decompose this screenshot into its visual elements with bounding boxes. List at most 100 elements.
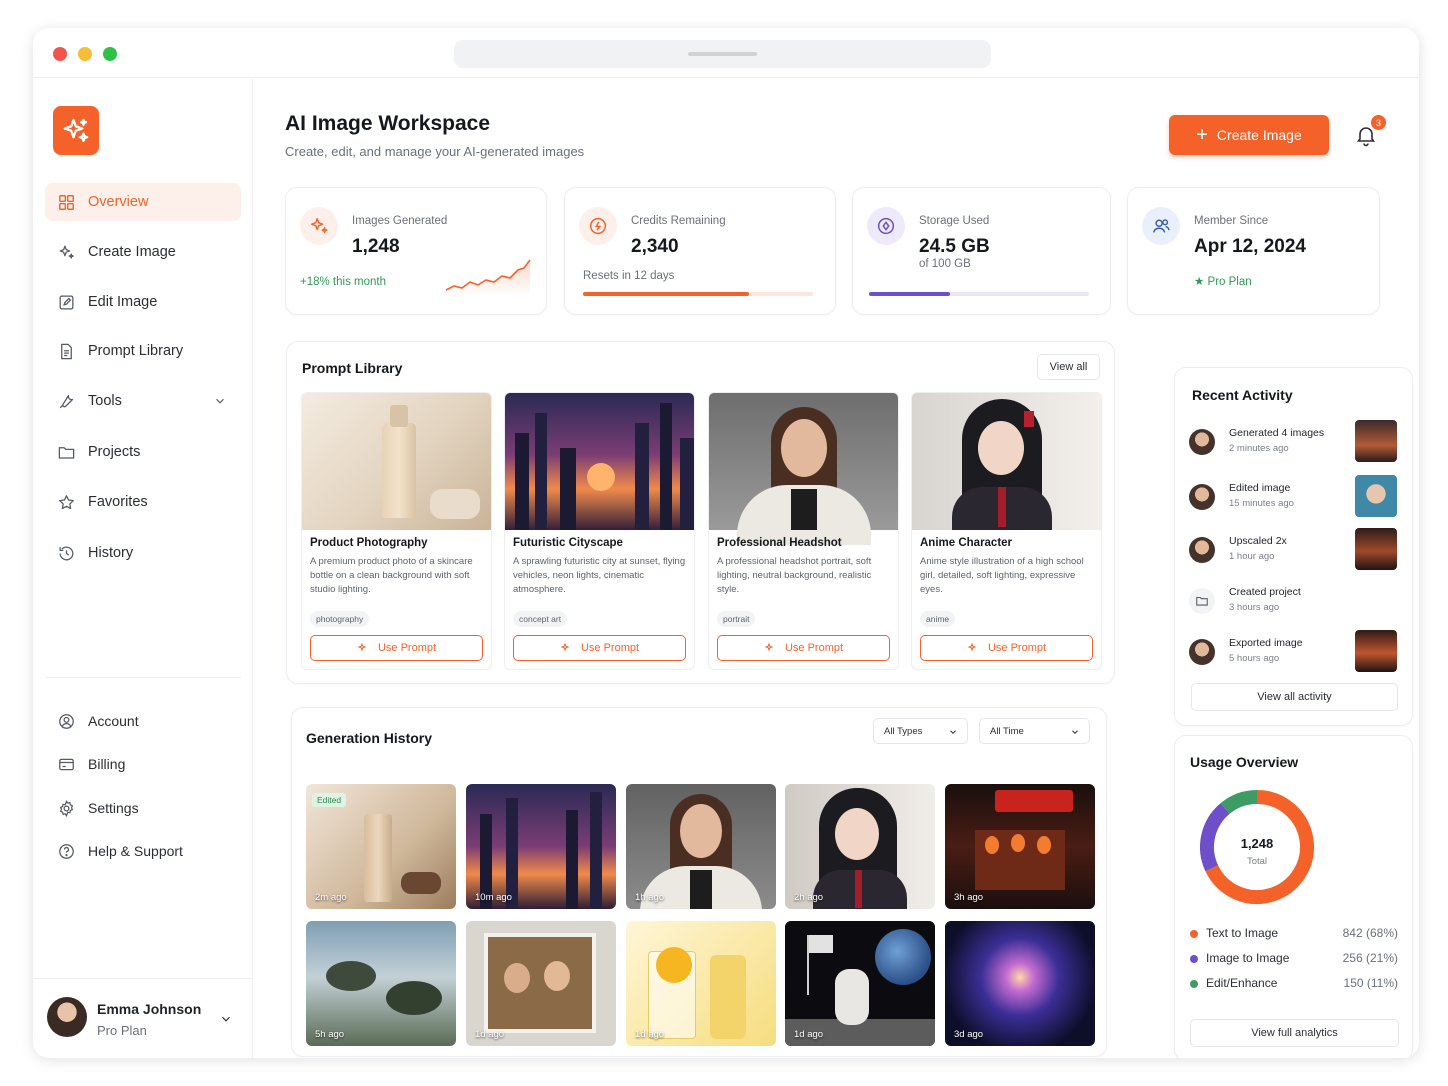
stat-credits-remaining: Credits Remaining 2,340 Resets in 12 day… [564, 187, 836, 315]
history-image[interactable]: 10m ago [466, 784, 616, 909]
sparkline-chart [445, 259, 531, 296]
page-subtitle: Create, edit, and manage your AI-generat… [285, 144, 585, 159]
activity-item[interactable]: Generated 4 images 2 minutes ago [1189, 420, 1399, 464]
sidebar-item-favorites[interactable]: Favorites [45, 483, 241, 521]
chevron-down-icon[interactable] [219, 1012, 233, 1026]
activity-item[interactable]: Created project 3 hours ago [1189, 579, 1399, 623]
view-full-analytics-button[interactable]: View full analytics [1190, 1019, 1399, 1047]
sidebar-item-settings[interactable]: Settings [45, 791, 241, 825]
use-prompt-button[interactable]: Use Prompt [310, 635, 483, 661]
image-time: 2h ago [794, 892, 824, 903]
stat-label: Credits Remaining [631, 215, 726, 227]
activity-text: Exported image [1229, 637, 1303, 649]
prompt-description: A sprawling futuristic city at sunset, f… [513, 556, 686, 595]
sidebar-item-label: Tools [88, 393, 122, 409]
sidebar-item-help-support[interactable]: Help & Support [45, 834, 241, 868]
prompt-card[interactable]: Futuristic Cityscape A sprawling futuris… [504, 392, 695, 670]
user-plan: Pro Plan [97, 1023, 147, 1038]
sidebar-item-label: Create Image [88, 244, 176, 260]
sidebar-item-overview[interactable]: Overview [45, 183, 241, 221]
activity-text: Upscaled 2x [1229, 535, 1287, 547]
use-prompt-button[interactable]: Use Prompt [717, 635, 890, 661]
history-image[interactable]: 2h ago [785, 784, 935, 909]
time-filter-select[interactable]: All Time [979, 718, 1090, 744]
prompt-card[interactable]: Anime Character Anime style illustration… [911, 392, 1102, 670]
avatar [1189, 639, 1215, 665]
user-name: Emma Johnson [97, 1001, 202, 1017]
history-image[interactable]: 1h ago [626, 784, 776, 909]
history-image[interactable]: 5h ago [306, 921, 456, 1046]
title-bar [33, 28, 1419, 78]
image-time: 2m ago [315, 892, 347, 903]
activity-thumbnail [1355, 630, 1397, 672]
activity-item[interactable]: Exported image 5 hours ago [1189, 630, 1399, 674]
sidebar-item-create-image[interactable]: Create Image [45, 233, 241, 271]
wrench-icon [59, 394, 74, 408]
image-time: 10m ago [475, 892, 512, 903]
grid-icon [59, 194, 74, 210]
sidebar-item-tools[interactable]: Tools [45, 382, 241, 420]
sparkle-icon [967, 642, 977, 652]
stat-plan: ★ Pro Plan [1194, 274, 1252, 288]
activity-item[interactable]: Upscaled 2x 1 hour ago [1189, 528, 1399, 572]
sidebar-item-edit-image[interactable]: Edit Image [45, 283, 241, 321]
history-image[interactable]: 3d ago [945, 921, 1095, 1046]
app-logo[interactable] [53, 106, 99, 155]
prompt-tag: photography [310, 611, 370, 627]
stat-images-generated: Images Generated 1,248 +18% this month [285, 187, 547, 315]
usage-total: 1,248 [1240, 836, 1274, 851]
prompt-card[interactable]: Professional Headshot A professional hea… [708, 392, 899, 670]
history-image[interactable]: Edited 2m ago [306, 784, 456, 909]
view-all-prompts-button[interactable]: View all [1037, 354, 1100, 380]
history-image[interactable]: 1d ago [785, 921, 935, 1046]
create-image-button[interactable]: + Create Image [1169, 115, 1329, 155]
image-time: 1d ago [635, 1029, 665, 1040]
prompt-title: Anime Character [920, 537, 1013, 549]
main-content: AI Image Workspace Create, edit, and man… [253, 79, 1419, 1058]
use-prompt-button[interactable]: Use Prompt [513, 635, 686, 661]
sparkle-icon [560, 642, 570, 652]
prompt-tag: anime [920, 611, 956, 627]
prompt-description: Anime style illustration of a high schoo… [920, 556, 1084, 595]
user-profile[interactable]: Emma Johnson Pro Plan [33, 978, 252, 1058]
minimize-window-button[interactable] [78, 47, 92, 61]
help-icon [59, 843, 74, 859]
legend-name: Text to Image [1206, 926, 1279, 940]
view-all-activity-button[interactable]: View all activity [1191, 683, 1398, 711]
prompt-title: Product Photography [310, 537, 428, 549]
activity-time: 3 hours ago [1229, 602, 1280, 613]
history-image[interactable]: 1d ago [466, 921, 616, 1046]
stat-note: of 100 GB [919, 258, 971, 270]
sidebar-item-label: Account [88, 713, 139, 729]
address-bar[interactable] [454, 40, 991, 68]
legend-item: Text to Image 842 (68%) [1190, 926, 1398, 944]
sidebar-item-label: Overview [88, 194, 149, 210]
storage-progress-fill [869, 292, 951, 296]
star-icon: ★ [1194, 276, 1205, 288]
sidebar-item-account[interactable]: Account [45, 704, 241, 738]
maximize-window-button[interactable] [103, 47, 117, 61]
prompt-card[interactable]: Product Photography A premium product ph… [301, 392, 492, 670]
close-window-button[interactable] [53, 47, 67, 61]
sidebar-item-history[interactable]: History [45, 534, 241, 572]
credits-icon [579, 207, 617, 245]
chevron-down-icon [950, 730, 956, 734]
stat-note: Resets in 12 days [583, 270, 675, 282]
history-image[interactable]: 3h ago [945, 784, 1095, 909]
sidebar-item-prompt-library[interactable]: Prompt Library [45, 332, 241, 370]
image-time: 1d ago [794, 1029, 824, 1040]
activity-item[interactable]: Edited image 15 minutes ago [1189, 475, 1399, 519]
stat-storage-used: Storage Used 24.5 GB of 100 GB [852, 187, 1111, 315]
sidebar-item-billing[interactable]: Billing [45, 747, 241, 781]
page-title: AI Image Workspace [285, 112, 491, 135]
history-image[interactable]: 1d ago [626, 921, 776, 1046]
sparkle-icon [357, 642, 367, 652]
legend-name: Image to Image [1206, 951, 1290, 965]
headshot-thumbnail [709, 393, 898, 545]
sidebar-item-projects[interactable]: Projects [45, 433, 241, 471]
section-title: Recent Activity [1192, 387, 1293, 403]
use-prompt-button[interactable]: Use Prompt [920, 635, 1093, 661]
create-image-label: Create Image [1216, 127, 1302, 143]
type-filter-select[interactable]: All Types [873, 718, 968, 744]
activity-time: 2 minutes ago [1229, 443, 1289, 454]
